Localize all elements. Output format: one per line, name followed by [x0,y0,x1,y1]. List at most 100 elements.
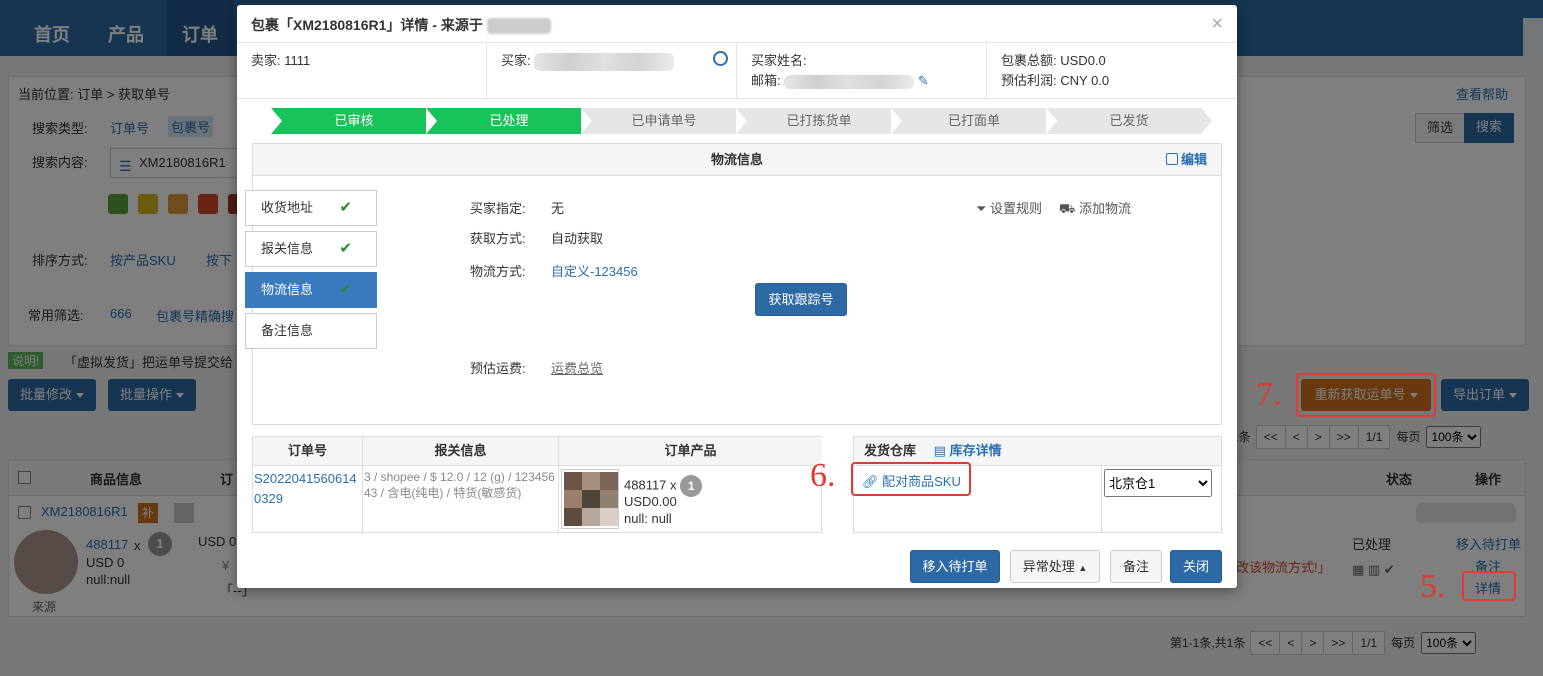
progress-steps: 已审核 已处理 已申请单号 已打拣货单 已打面单 已发货 [271,108,1217,134]
truck-icon: ⛟ [1059,201,1076,216]
profit-label: 预估利润: [1001,73,1057,88]
product-qty-badge: 1 [680,475,703,497]
modal-header: 包裹「XM2180816R1」详情 - 来源于 × [237,5,1237,43]
order-number-link[interactable]: S20220415606140329 [254,469,360,509]
caret-up-icon: ▲ [1078,563,1088,573]
logistics-panel: 物流信息 编辑 收货地址 ✔ 报关信息 ✔ 物流信息 ✔ 备注信息 买家指定: 无 获… [245,143,1222,425]
order-product-table: 订单号 报关信息 订单产品 S20220415606140329 3 / sho… [252,436,822,534]
step-label: 已打拣货单 [786,113,852,128]
step-label: 已审核 [334,113,374,128]
customs-info-text: 3 / shopee / $ 12.0 / 12 (g) / 12345643 … [364,470,555,500]
move-to-print-button[interactable]: 移入待打单 [910,550,1000,583]
step-shipped: 已发货 [1046,108,1212,134]
product-x: x [670,477,677,493]
divider [362,437,363,534]
check-icon: ✔ [339,281,352,298]
add-logistics-button[interactable]: ⛟ 添加物流 [1059,198,1131,219]
close-button[interactable]: 关闭 [1170,550,1222,583]
shipping-method-label: 物流方式: [470,264,526,279]
email-label: 邮箱: [751,73,781,88]
annotation-box-5 [1462,571,1516,601]
step-label: 已打面单 [947,113,1000,128]
step-label: 已发货 [1109,113,1149,128]
add-logistics-label: 添加物流 [1078,201,1131,216]
modal-title: 包裹「XM2180816R1」详情 - 来源于 [251,17,483,33]
product-price: USD0.00 [624,494,677,509]
block-icon[interactable] [713,51,728,66]
edit-button[interactable]: 编辑 [1165,144,1207,176]
total-label: 包裹总额: [1001,53,1057,68]
total-value: USD0.0 [1060,53,1106,68]
seller-label: 卖家: [251,53,281,68]
annotation-7: 7. [1256,376,1282,413]
annotation-box-6 [851,462,971,496]
get-tracking-button[interactable]: 获取跟踪号 [755,283,847,316]
estimated-fee-label: 预估运费: [470,361,526,376]
buyer-name-label: 买家姓名: [751,53,807,68]
buyer-cell: 买家: [487,43,737,99]
divider [1101,466,1102,532]
th-order-no: 订单号 [253,437,362,466]
annotation-5: 5. [1420,568,1446,605]
annotation-6: 6. [810,457,836,494]
warehouse-label: 发货仓库 [864,443,917,458]
stock-detail-link[interactable]: ▤ 库存详情 [934,443,1002,458]
set-rules-button[interactable]: ⏷ 设置规则 [976,198,1042,217]
th-customs: 报关信息 [363,437,558,466]
buyer-label: 买家: [501,53,531,68]
buyer-redacted [534,52,675,71]
profit-value: CNY 0.0 [1060,73,1110,88]
edit-label: 编辑 [1180,152,1207,167]
tab-label: 收货地址 [261,200,314,215]
exception-button[interactable]: 异常处理 ▲ [1010,550,1100,583]
step-applied: 已申请单号 [581,108,747,134]
tab-shipping-address[interactable]: 收货地址 ✔ [245,190,377,226]
stock-detail-label: 库存详情 [949,443,1002,458]
tab-logistics-info[interactable]: 物流信息 ✔ [245,272,377,308]
check-icon: ✔ [339,240,352,257]
seller-value: 1111 [284,53,311,68]
buyer-name-cell: 买家姓名: 邮箱: ✎ [737,43,987,99]
note-button[interactable]: 备注 [1110,550,1162,583]
tab-label: 备注信息 [261,323,314,338]
exception-label: 异常处理 [1022,559,1075,574]
product-thumbnail [561,469,619,529]
edit-email-icon[interactable]: ✎ [918,73,929,88]
product-sku-value: 488117 [624,477,667,493]
divider [558,437,559,534]
tab-label: 物流信息 [261,282,314,297]
buyer-specified-label: 买家指定: [470,201,526,216]
package-detail-modal: 包裹「XM2180816R1」详情 - 来源于 × 卖家: 1111 买家: 买… [237,5,1237,588]
document-icon: ▤ [933,443,946,458]
buyer-specified-value: 无 [551,201,565,216]
th-product: 订单产品 [559,437,822,466]
panel-title: 物流信息 [710,152,763,167]
step-label: 已申请单号 [631,113,697,128]
tab-note-info[interactable]: 备注信息 [245,313,377,349]
package-info-row: 卖家: 1111 买家: 买家姓名: 邮箱: ✎ 包裹总额: USD0.0 预估… [237,43,1237,99]
shipping-method-link[interactable]: 自定义-123456 [551,261,638,280]
warehouse-select[interactable]: 北京仓1 [1104,469,1212,497]
close-icon[interactable]: × [1211,13,1223,36]
step-labeled: 已打面单 [891,108,1057,134]
total-cell: 包裹总额: USD0.0 预估利润: CNY 0.0 [987,43,1237,99]
filter-icon: ⏷ [976,201,987,216]
source-redacted [486,18,551,35]
step-picked: 已打拣货单 [736,108,902,134]
product-null: null: null [624,511,672,526]
acquire-method-label: 获取方式: [470,231,526,246]
step-label: 已处理 [489,113,529,128]
annotation-box-7 [1296,373,1436,417]
estimated-fee-link[interactable]: 运费总览 [551,358,603,377]
acquire-method-value: 自动获取 [551,231,604,246]
step-processed: 已处理 [426,108,592,134]
edit-icon [1165,153,1178,165]
tab-customs-info[interactable]: 报关信息 ✔ [245,231,377,267]
check-icon: ✔ [339,199,352,216]
logistics-panel-header: 物流信息 编辑 [253,144,1221,176]
seller-cell: 卖家: 1111 [237,43,487,99]
step-reviewed: 已审核 [271,108,437,134]
set-rules-label: 设置规则 [990,201,1043,216]
tab-label: 报关信息 [261,241,314,256]
email-redacted [784,74,915,89]
